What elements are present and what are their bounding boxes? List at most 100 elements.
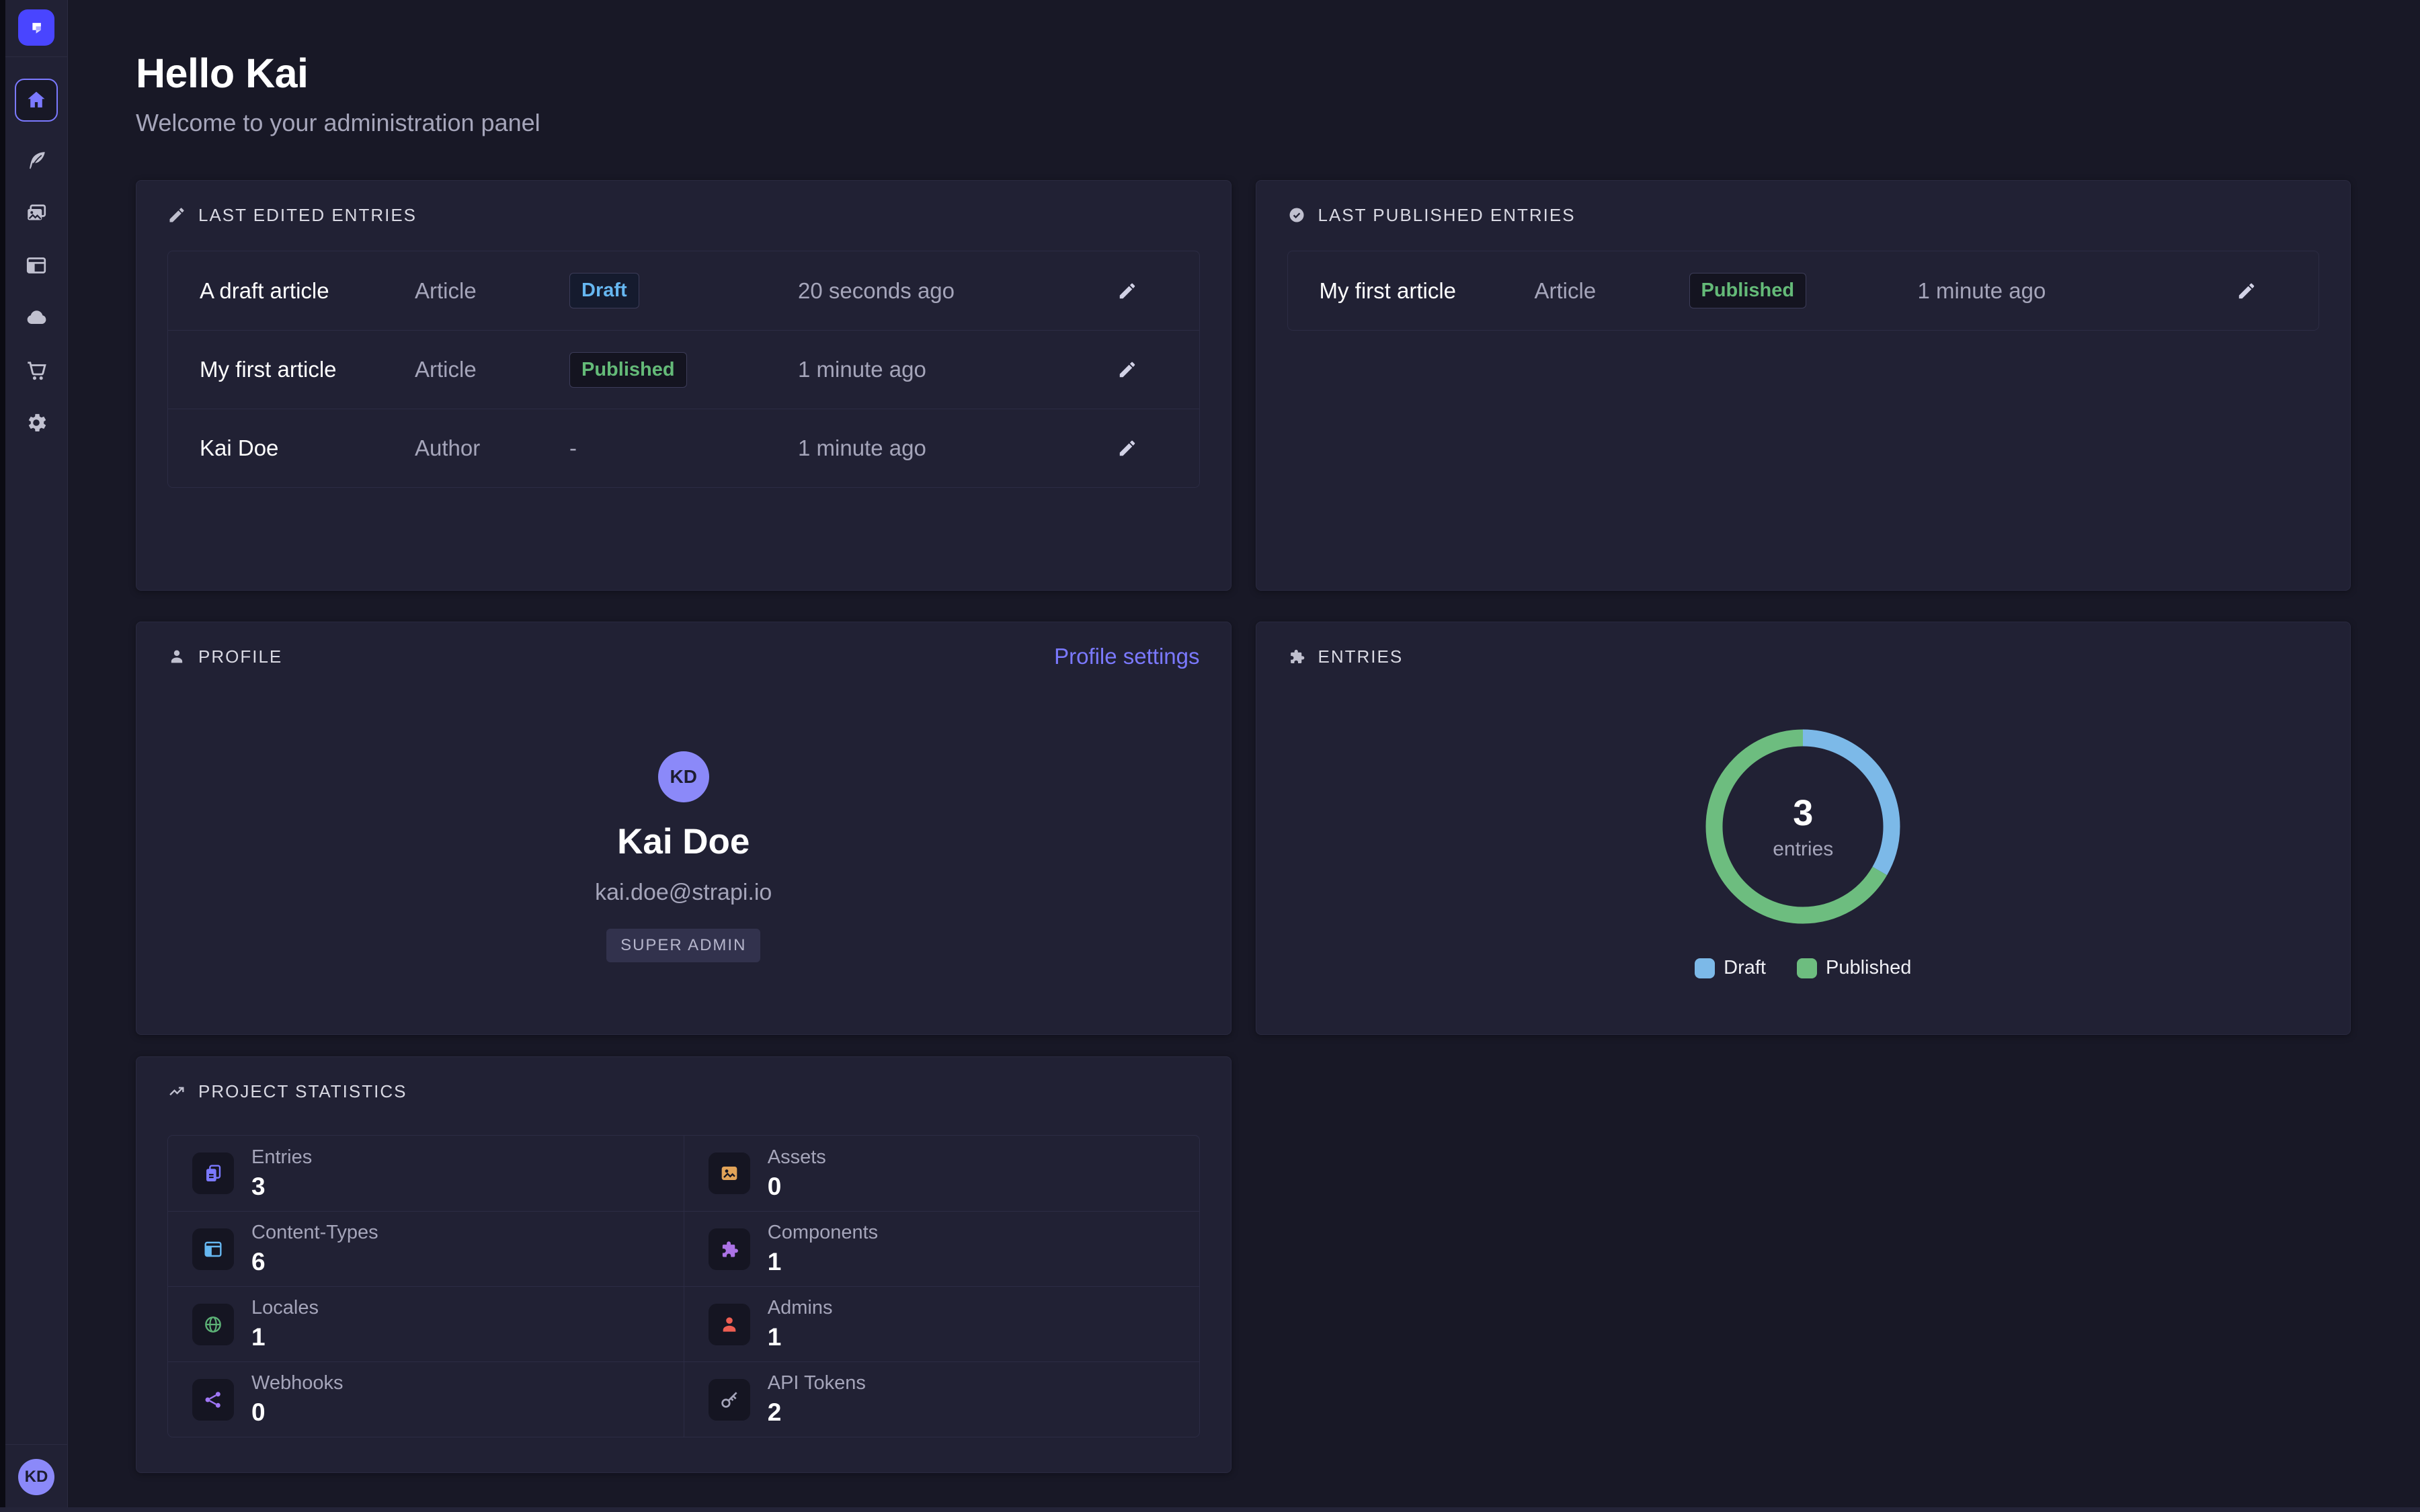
stat-content-types: Content-Types 6 [168, 1211, 684, 1286]
entries-table: A draft article Article Draft 20 seconds… [167, 251, 1200, 488]
sidebar-divider [5, 1444, 67, 1445]
profile-settings-link[interactable]: Profile settings [1054, 644, 1199, 669]
table-row: A draft article Article Draft 20 seconds… [168, 251, 1199, 330]
stat-label: Locales [251, 1297, 319, 1319]
person-icon [719, 1314, 740, 1335]
draft-swatch [1695, 958, 1715, 978]
stat-value: 3 [251, 1173, 312, 1201]
edit-entry-button[interactable] [1113, 434, 1141, 462]
puzzle-icon [1287, 647, 1306, 666]
role-badge: SUPER ADMIN [606, 929, 760, 962]
stat-label: Entries [251, 1146, 312, 1169]
user-icon [167, 647, 186, 666]
page-title: Hello Kai [136, 50, 2351, 97]
last-edited-entries-card: LAST EDITED ENTRIES A draft article Arti… [136, 180, 1232, 591]
gear-icon [24, 411, 48, 435]
entry-type: Article [415, 278, 569, 304]
sidebar-item-home[interactable] [15, 79, 58, 122]
card-title: PROFILE [198, 646, 282, 667]
entry-name: A draft article [200, 278, 415, 304]
pencil-icon [167, 206, 186, 224]
stat-entries: Entries 3 [168, 1136, 684, 1211]
strapi-logo[interactable] [18, 9, 54, 46]
layout-icon [202, 1238, 224, 1260]
entry-time: 20 seconds ago [798, 278, 1087, 304]
card-title: ENTRIES [1318, 646, 1404, 667]
entries-chart-card: ENTRIES 3 entries [1256, 622, 2351, 1035]
edit-entry-button[interactable] [1113, 355, 1141, 384]
stat-assets: Assets 0 [684, 1136, 1199, 1211]
key-icon [719, 1389, 740, 1411]
pencil-icon [1117, 438, 1137, 458]
edit-entry-button[interactable] [1113, 277, 1141, 305]
stat-components: Components 1 [684, 1211, 1199, 1286]
stat-webhooks: Webhooks 0 [168, 1361, 684, 1437]
status-empty: - [569, 435, 577, 460]
sidebar-item-content-manager[interactable] [22, 147, 51, 174]
pencil-icon [1117, 360, 1137, 380]
profile-email: kai.doe@strapi.io [595, 880, 772, 906]
cart-icon [24, 358, 48, 382]
donut-total: 3 [1793, 792, 1813, 834]
stats-grid: Entries 3 Assets [167, 1135, 1200, 1437]
webhook-icon [202, 1389, 224, 1411]
entry-type: Article [1535, 278, 1689, 304]
home-icon [25, 89, 48, 112]
sidebar-item-deploy[interactable] [22, 304, 51, 331]
published-swatch [1797, 958, 1817, 978]
table-row: Kai Doe Author - 1 minute ago [168, 409, 1199, 487]
media-library-icon [24, 201, 48, 225]
entry-time: 1 minute ago [798, 357, 1087, 382]
entry-time: 1 minute ago [798, 435, 1087, 461]
trending-up-icon [167, 1082, 186, 1101]
sidebar-item-media-library[interactable] [22, 200, 51, 226]
card-title: PROJECT STATISTICS [198, 1081, 407, 1102]
stat-value: 2 [768, 1398, 866, 1427]
sidebar: KD [5, 0, 68, 1512]
table-row: My first article Article Published 1 min… [168, 330, 1199, 409]
stat-value: 1 [768, 1323, 833, 1351]
entry-name: My first article [1320, 278, 1535, 304]
stat-label: Webhooks [251, 1372, 344, 1394]
sidebar-item-marketplace[interactable] [22, 357, 51, 384]
user-avatar[interactable]: KD [18, 1459, 54, 1495]
edit-entry-button[interactable] [2232, 277, 2261, 305]
legend-item-published: Published [1797, 957, 1911, 979]
stat-label: Components [768, 1222, 878, 1244]
profile-name: Kai Doe [617, 821, 750, 862]
project-statistics-card: PROJECT STATISTICS Entries [136, 1056, 1232, 1473]
stat-label: API Tokens [768, 1372, 866, 1394]
sidebar-item-content-type-builder[interactable] [22, 252, 51, 279]
entry-type: Author [415, 435, 569, 461]
status-badge: Published [1689, 273, 1807, 308]
stat-value: 0 [768, 1173, 826, 1201]
stat-value: 1 [768, 1248, 878, 1276]
chart-legend: Draft Published [1287, 957, 2320, 979]
stat-api-tokens: API Tokens 2 [684, 1361, 1199, 1437]
stat-label: Content-Types [251, 1222, 378, 1244]
entries-table: My first article Article Published 1 min… [1287, 251, 2320, 331]
legend-item-draft: Draft [1695, 957, 1766, 979]
donut-total-label: entries [1773, 838, 1833, 861]
entry-name: My first article [200, 357, 415, 382]
page-subtitle: Welcome to your administration panel [136, 109, 2351, 137]
feather-icon [25, 149, 48, 172]
stat-value: 1 [251, 1323, 319, 1351]
card-title: LAST EDITED ENTRIES [198, 205, 417, 226]
layout-panel-icon [24, 253, 48, 278]
sidebar-item-settings[interactable] [22, 409, 51, 436]
stat-admins: Admins 1 [684, 1286, 1199, 1361]
pencil-icon [2236, 281, 2257, 301]
check-circle-icon [1287, 206, 1306, 224]
documents-icon [202, 1163, 224, 1184]
horizontal-scrollbar[interactable] [0, 1507, 2420, 1512]
sidebar-nav [5, 57, 67, 436]
main-content: Hello Kai Welcome to your administration… [68, 0, 2420, 1512]
entries-donut-chart: 3 entries [1702, 726, 1904, 927]
globe-icon [202, 1314, 224, 1335]
profile-avatar: KD [658, 751, 709, 802]
last-published-entries-card: LAST PUBLISHED ENTRIES My first article … [1256, 180, 2351, 591]
entry-time: 1 minute ago [1918, 278, 2207, 304]
table-row: My first article Article Published 1 min… [1288, 251, 2319, 330]
stat-value: 6 [251, 1248, 378, 1276]
